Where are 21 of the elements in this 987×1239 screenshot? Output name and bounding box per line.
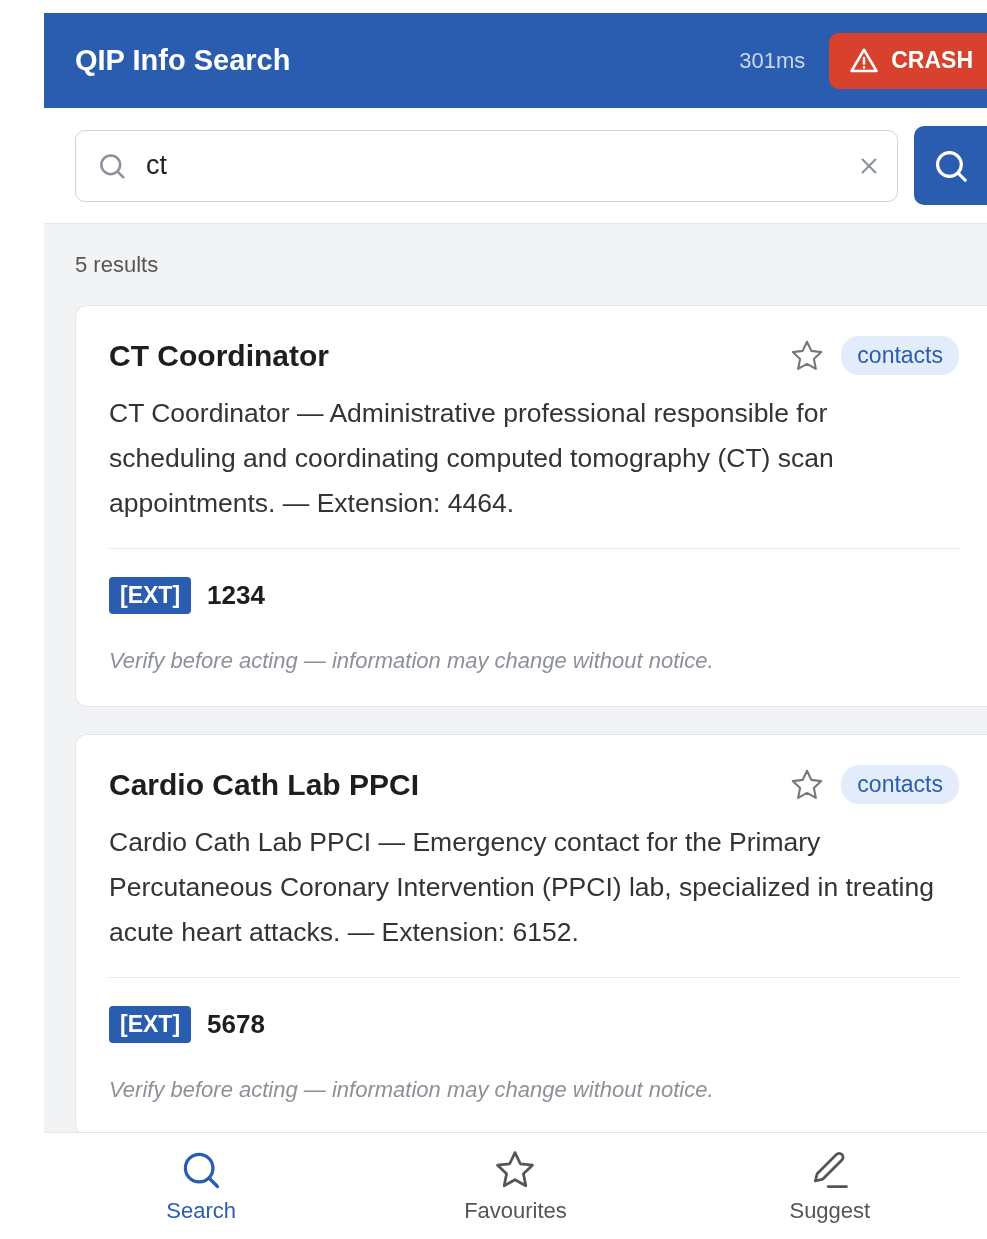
disclaimer-note: Verify before acting — information may change without notice. xyxy=(109,1077,715,1103)
category-tag: contacts xyxy=(841,765,959,804)
result-description: CT Coordinator — Administrative professional responsible for scheduling and coordinating computed tomography (CT) scan appointments. — Extension: 4464. xyxy=(109,397,835,520)
result-description: Cardio Cath Lab PPCI — Emergency contact for the Primary Percutaneous Coronary Intervention (PPCI) lab, specialized in treating acute heart attacks. — Extension: 6152. xyxy=(109,826,935,949)
result-title: CT Coordinator xyxy=(109,338,330,373)
search-field[interactable]: ct xyxy=(75,129,898,202)
nav-tab[interactable]: Suggest xyxy=(672,1133,987,1239)
extension-label: [EXT] xyxy=(109,577,192,614)
response-time: 301ms xyxy=(739,47,806,74)
app-title: QIP Info Search xyxy=(75,44,292,77)
extension-number: 5678 xyxy=(207,1009,265,1040)
results-count: 5 results xyxy=(75,252,160,278)
result-title: Cardio Cath Lab PPCI xyxy=(109,767,421,802)
extension-label: [EXT] xyxy=(109,1006,192,1043)
extension-number: 1234 xyxy=(207,580,265,611)
disclaimer-note: Verify before acting — information may change without notice. xyxy=(109,648,715,674)
category-tag: contacts xyxy=(841,336,959,375)
crash-button[interactable]: CRASH xyxy=(829,32,987,89)
search-button[interactable] xyxy=(914,126,987,205)
nav-tab[interactable]: Favourites xyxy=(358,1133,673,1239)
nav-tab[interactable]: Search xyxy=(44,1133,359,1239)
